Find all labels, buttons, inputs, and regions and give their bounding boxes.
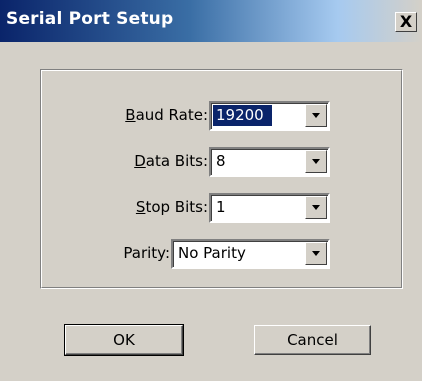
baud-rate-label: Baud Rate: <box>125 106 208 124</box>
close-icon: X <box>399 12 413 31</box>
dialog-title: Serial Port Setup <box>6 9 174 29</box>
ok-button-label: OK <box>113 331 135 349</box>
stop-bits-value: 1 <box>216 198 226 216</box>
data-bits-label-rest: ata Bits: <box>145 152 208 170</box>
parity-value: No Parity <box>178 244 246 262</box>
data-bits-label-accel: D <box>134 152 146 170</box>
title-bar[interactable]: Serial Port Setup X <box>0 0 422 42</box>
cancel-button-label: Cancel <box>287 331 338 349</box>
chevron-down-icon <box>312 159 320 164</box>
parity-select[interactable]: No Parity <box>171 239 330 269</box>
cancel-button[interactable]: Cancel <box>254 325 371 355</box>
baud-rate-label-rest: aud Rate: <box>135 106 208 124</box>
chevron-down-icon <box>312 113 320 118</box>
baud-rate-dropdown-button[interactable] <box>305 104 327 127</box>
stop-bits-label: Stop Bits: <box>136 198 208 216</box>
baud-rate-select[interactable]: 19200 <box>209 101 330 131</box>
data-bits-dropdown-button[interactable] <box>305 150 327 173</box>
baud-rate-label-accel: B <box>125 106 136 124</box>
serial-port-setup-dialog: Serial Port Setup X Baud Rate: 19200 Dat… <box>0 0 422 381</box>
chevron-down-icon <box>312 205 320 210</box>
stop-bits-label-accel: S <box>135 198 146 216</box>
data-bits-label: Data Bits: <box>134 152 208 170</box>
parity-label: Parity: <box>123 244 170 262</box>
parity-dropdown-button[interactable] <box>305 242 327 265</box>
stop-bits-label-rest: top Bits: <box>145 198 208 216</box>
ok-button[interactable]: OK <box>64 324 184 356</box>
data-bits-select[interactable]: 8 <box>209 147 330 177</box>
data-bits-value: 8 <box>216 152 226 170</box>
close-button[interactable]: X <box>395 12 417 32</box>
stop-bits-dropdown-button[interactable] <box>305 196 327 219</box>
chevron-down-icon <box>312 251 320 256</box>
baud-rate-value: 19200 <box>213 105 272 126</box>
stop-bits-select[interactable]: 1 <box>209 193 330 223</box>
